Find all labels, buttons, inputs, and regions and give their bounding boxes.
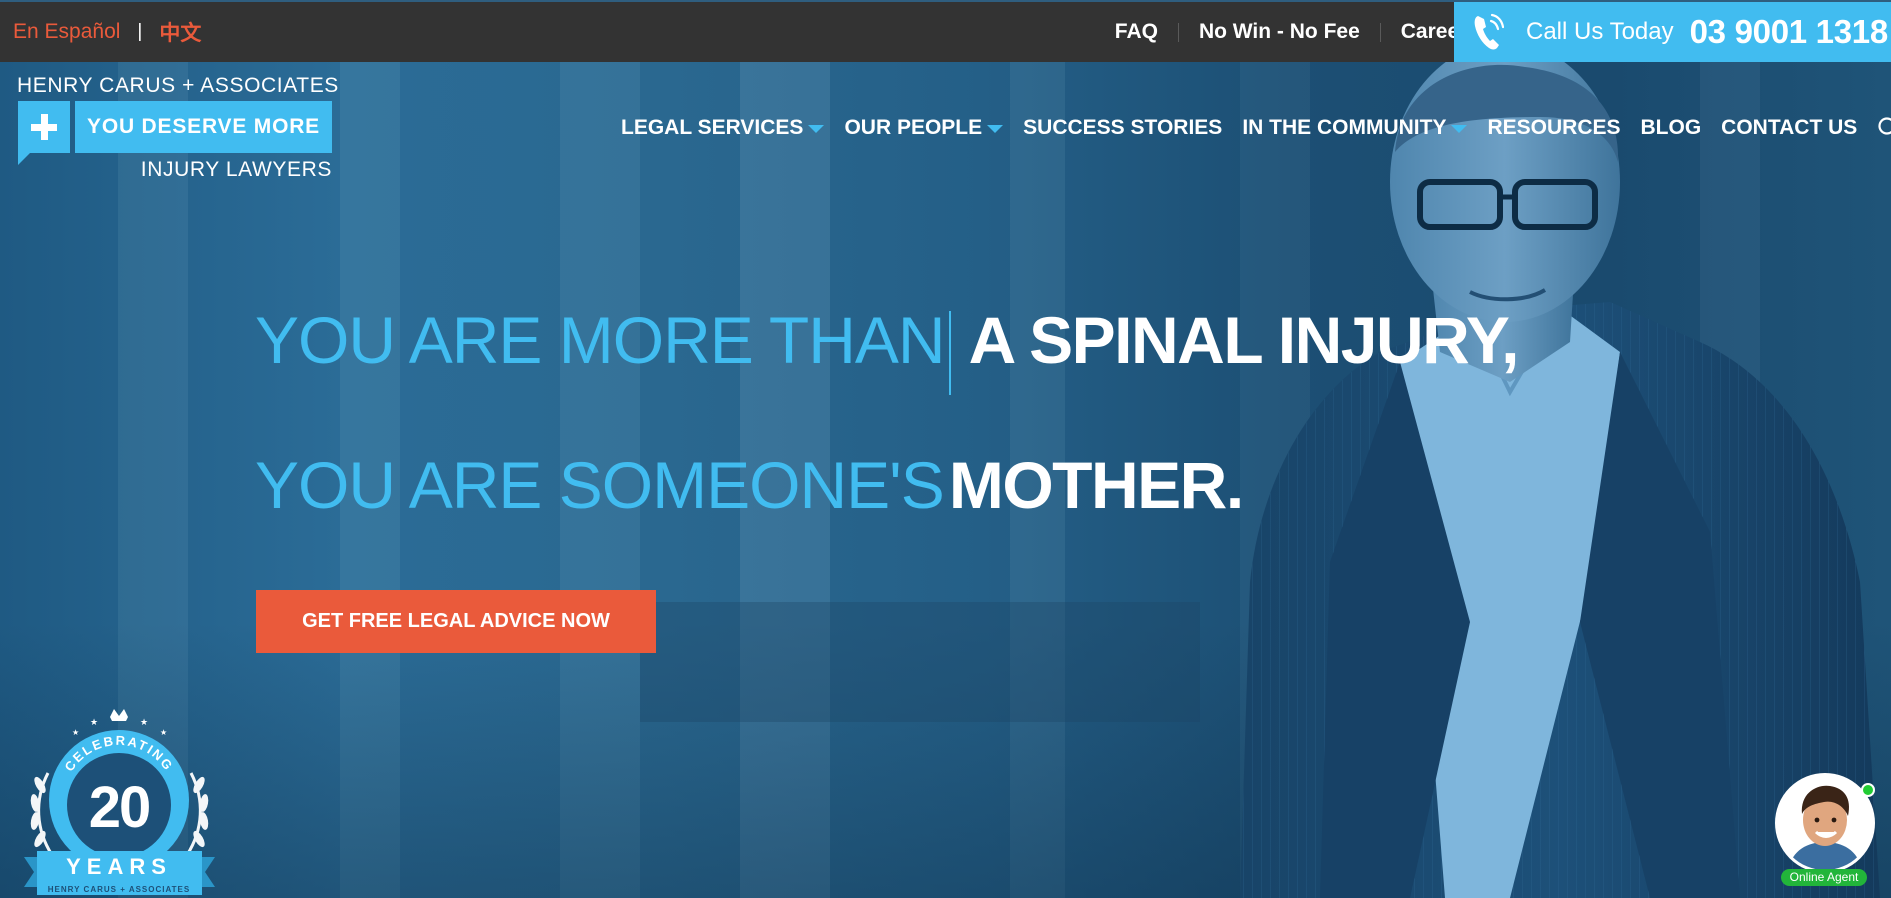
- lang-spanish-link[interactable]: En Español: [13, 20, 120, 44]
- lang-chinese-link[interactable]: 中文: [159, 17, 201, 47]
- hero-headline-line2: YOU ARE SOMEONE'S MOTHER.: [255, 447, 1244, 523]
- nav-in-the-community[interactable]: IN THE COMMUNITY: [1242, 116, 1468, 140]
- hero-headline-line1: YOU ARE MORE THAN A SPINAL INJURY,: [255, 302, 1520, 401]
- chevron-down-icon: [808, 125, 825, 133]
- faq-link[interactable]: FAQ: [1115, 20, 1158, 44]
- logo-subtitle: INJURY LAWYERS: [140, 158, 332, 181]
- headline-bold-text: MOTHER.: [948, 448, 1244, 522]
- nav-success-stories[interactable]: SUCCESS STORIES: [1023, 116, 1222, 140]
- divider: [1379, 22, 1381, 42]
- badge-number: 20: [89, 775, 150, 840]
- headline-light-text: YOU ARE SOMEONE'S: [255, 448, 945, 522]
- nav-label: IN THE COMMUNITY: [1242, 116, 1447, 139]
- hero-section: HENRY CARUS + ASSOCIATES YOU DESERVE MOR…: [0, 62, 1891, 898]
- top-bar: En Español | 中文 FAQ No Win - No Fee Care…: [0, 0, 1891, 62]
- search-icon[interactable]: [1877, 116, 1891, 140]
- divider: [1177, 22, 1179, 42]
- nav-our-people[interactable]: OUR PEOPLE: [844, 116, 1004, 140]
- nav-legal-services[interactable]: LEGAL SERVICES: [621, 116, 825, 140]
- phone-icon: [1472, 12, 1508, 52]
- badge-years-text: YEARS: [66, 854, 172, 879]
- typing-cursor: [948, 310, 951, 395]
- badge-firm-name: HENRY CARUS + ASSOCIATES: [48, 885, 190, 894]
- online-agent-chat-button[interactable]: Online Agent: [1775, 773, 1875, 886]
- agent-label: Online Agent: [1781, 869, 1867, 886]
- svg-text:★: ★: [160, 728, 167, 737]
- nav-label: LEGAL SERVICES: [621, 116, 804, 139]
- call-label: Call Us Today: [1526, 18, 1674, 45]
- nav-resources[interactable]: RESOURCES: [1487, 116, 1620, 140]
- headline-bold-text: A SPINAL INJURY,: [968, 303, 1520, 377]
- language-switcher: En Español | 中文: [13, 2, 201, 62]
- svg-text:★: ★: [140, 718, 148, 728]
- nav-label: RESOURCES: [1487, 116, 1621, 139]
- logo-firm-name: HENRY CARUS + ASSOCIATES: [17, 74, 339, 97]
- main-nav: LEGAL SERVICES OUR PEOPLE SUCCESS STORIE…: [621, 110, 1891, 146]
- nav-label: CONTACT US: [1721, 116, 1858, 139]
- headline-light-text: YOU ARE MORE THAN: [255, 303, 946, 377]
- nav-contact-us[interactable]: CONTACT US: [1721, 116, 1857, 140]
- nav-blog[interactable]: BLOG: [1641, 116, 1702, 140]
- svg-text:★: ★: [72, 728, 79, 737]
- chevron-down-icon: [1451, 125, 1468, 133]
- agent-avatar: [1775, 773, 1875, 873]
- free-legal-advice-button[interactable]: GET FREE LEGAL ADVICE NOW: [256, 590, 656, 653]
- nav-label: BLOG: [1640, 116, 1702, 139]
- plus-icon: [18, 101, 70, 165]
- svg-text:★: ★: [90, 718, 98, 728]
- phone-number[interactable]: 03 9001 1318: [1690, 13, 1889, 51]
- nav-label: SUCCESS STORIES: [1023, 116, 1223, 139]
- top-links: FAQ No Win - No Fee Careers: [1115, 2, 1479, 62]
- nav-label: OUR PEOPLE: [844, 116, 983, 139]
- site-logo[interactable]: HENRY CARUS + ASSOCIATES YOU DESERVE MOR…: [17, 74, 338, 186]
- chevron-down-icon: [987, 125, 1004, 133]
- no-win-no-fee-link[interactable]: No Win - No Fee: [1199, 20, 1360, 44]
- logo-tagline: YOU DESERVE MORE: [75, 101, 332, 153]
- call-us-button[interactable]: Call Us Today 03 9001 1318: [1454, 2, 1891, 62]
- lang-separator: |: [137, 21, 143, 42]
- celebrating-20-years-badge: ★ ★ ★ ★ CELEBRATING 20 YEARS HENRY CARUS…: [24, 709, 215, 895]
- online-status-dot: [1861, 783, 1875, 797]
